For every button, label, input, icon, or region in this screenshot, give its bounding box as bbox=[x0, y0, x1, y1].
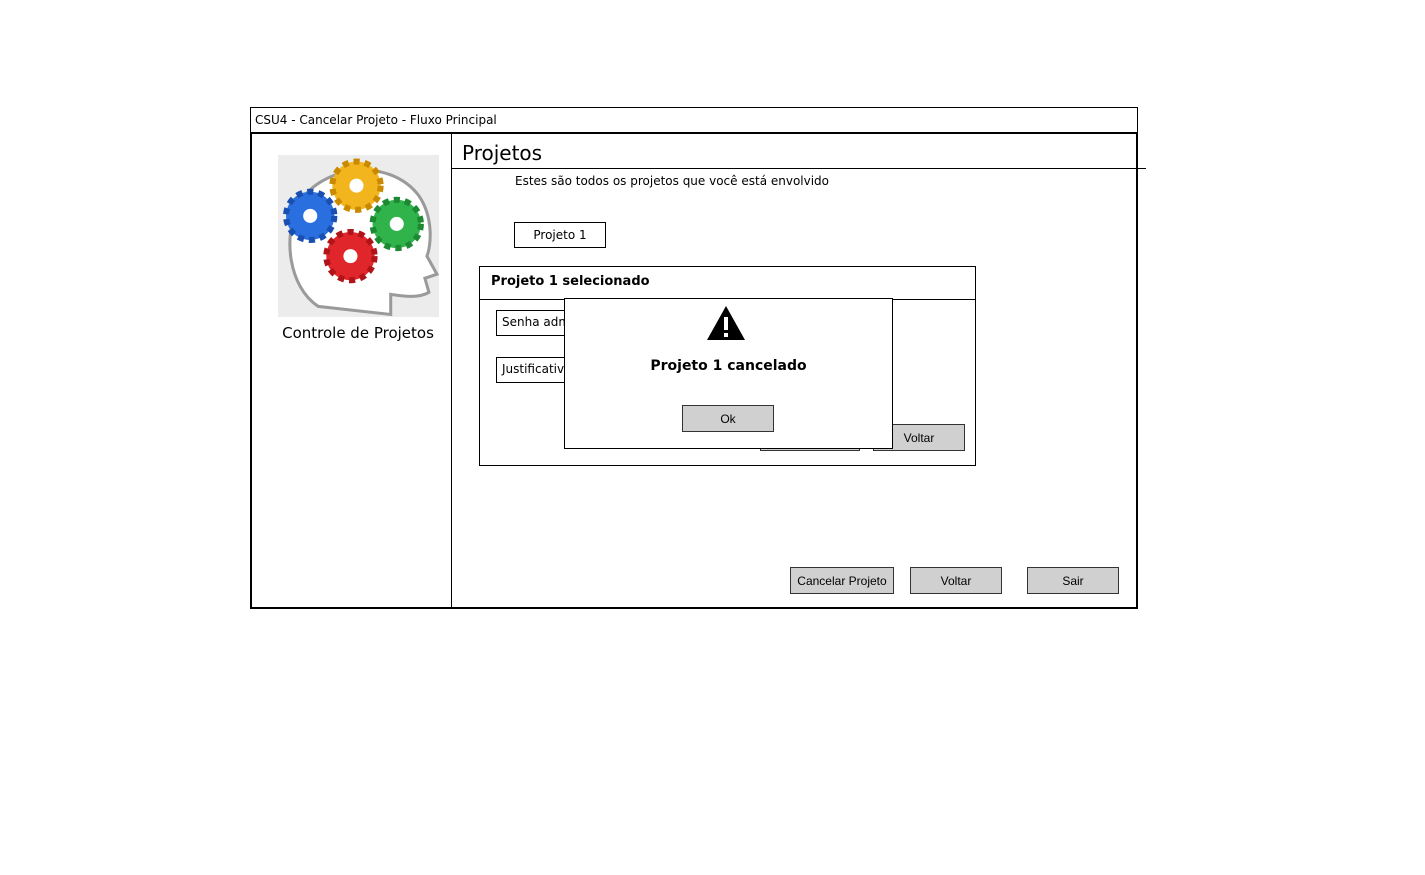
app-name: Controle de Projetos bbox=[282, 324, 434, 342]
sair-button[interactable]: Sair bbox=[1027, 567, 1119, 594]
ok-button[interactable]: Ok bbox=[682, 405, 774, 432]
window-title: CSU4 - Cancelar Projeto - Fluxo Principa… bbox=[255, 113, 497, 127]
window-title-bar: CSU4 - Cancelar Projeto - Fluxo Principa… bbox=[250, 107, 1138, 133]
title-divider bbox=[452, 168, 1146, 169]
project-1-button[interactable]: Projeto 1 bbox=[514, 222, 606, 248]
page-subtitle: Estes são todos os projetos que você est… bbox=[515, 174, 830, 188]
voltar-button[interactable]: Voltar bbox=[910, 567, 1002, 594]
cancel-project-button[interactable]: Cancelar Projeto bbox=[790, 567, 894, 594]
head-gears-icon bbox=[278, 155, 439, 317]
warning-icon bbox=[706, 305, 746, 341]
alert-message: Projeto 1 cancelado bbox=[650, 358, 807, 374]
dialog-title: Projeto 1 selecionado bbox=[491, 274, 650, 289]
page-title: Projetos bbox=[462, 141, 543, 165]
sidebar-divider bbox=[451, 133, 452, 608]
